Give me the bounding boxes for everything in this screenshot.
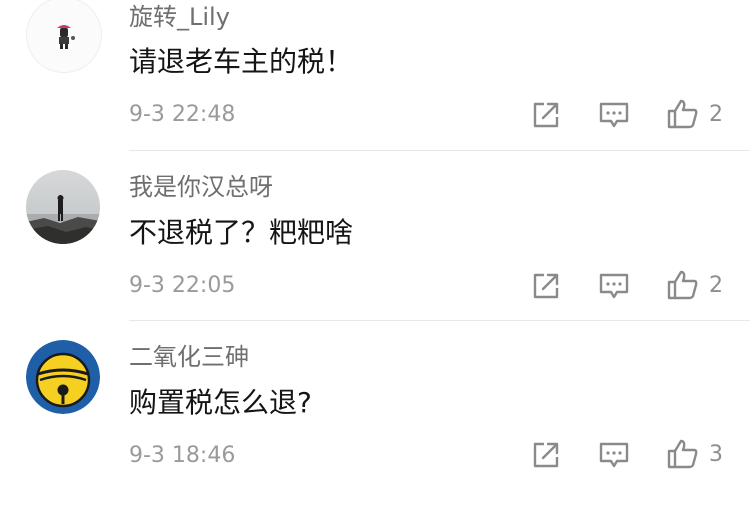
like-button[interactable]: [666, 438, 700, 470]
cartoon-character-avatar-icon: [27, 0, 101, 72]
like-button[interactable]: [666, 269, 700, 301]
share-button[interactable]: [531, 100, 561, 130]
comment-username[interactable]: 旋转_Lily: [129, 2, 230, 32]
share-icon: [533, 442, 559, 468]
comment-button[interactable]: [598, 271, 630, 301]
yellow-bell-avatar-icon: [26, 340, 100, 414]
comment-button[interactable]: [598, 440, 630, 470]
avatar[interactable]: [26, 0, 102, 73]
comment-text: 不退税了？粑粑啥: [129, 216, 354, 249]
thumbs-up-icon: [667, 270, 698, 300]
comment-text: 请退老车主的税！: [129, 45, 354, 78]
like-button[interactable]: [666, 98, 700, 130]
thumbs-up-icon: [667, 439, 698, 469]
avatar[interactable]: [26, 170, 100, 244]
comment-icon: [599, 442, 629, 468]
comment-button[interactable]: [598, 100, 630, 130]
share-icon: [533, 102, 559, 128]
like-count: 2: [709, 273, 723, 298]
comment-timestamp: 9-3 18:46: [129, 443, 236, 468]
avatar[interactable]: [26, 340, 100, 414]
share-icon: [533, 273, 559, 299]
comment-username[interactable]: 我是你汉总呀: [129, 172, 273, 202]
divider: [129, 150, 750, 151]
thumbs-up-icon: [667, 99, 698, 129]
like-count: 3: [709, 442, 723, 467]
comment-username[interactable]: 二氧化三砷: [129, 342, 249, 372]
comment-item: 旋转_Lily 请退老车主的税！ 9-3 22:48 2: [0, 0, 750, 170]
comment-item: 我是你汉总呀 不退税了？粑粑啥 9-3 22:05 2: [0, 170, 750, 340]
comment-timestamp: 9-3 22:05: [129, 273, 236, 298]
comment-text: 购置税怎么退?: [129, 386, 312, 419]
comment-item: 二氧化三砷 购置税怎么退? 9-3 18:46 3: [0, 340, 750, 510]
comment-icon: [599, 102, 629, 128]
share-button[interactable]: [531, 271, 561, 301]
comment-timestamp: 9-3 22:48: [129, 102, 236, 127]
share-button[interactable]: [531, 440, 561, 470]
like-count: 2: [709, 102, 723, 127]
comment-icon: [599, 273, 629, 299]
divider: [129, 320, 750, 321]
person-seaside-photo-avatar-icon: [26, 170, 100, 244]
